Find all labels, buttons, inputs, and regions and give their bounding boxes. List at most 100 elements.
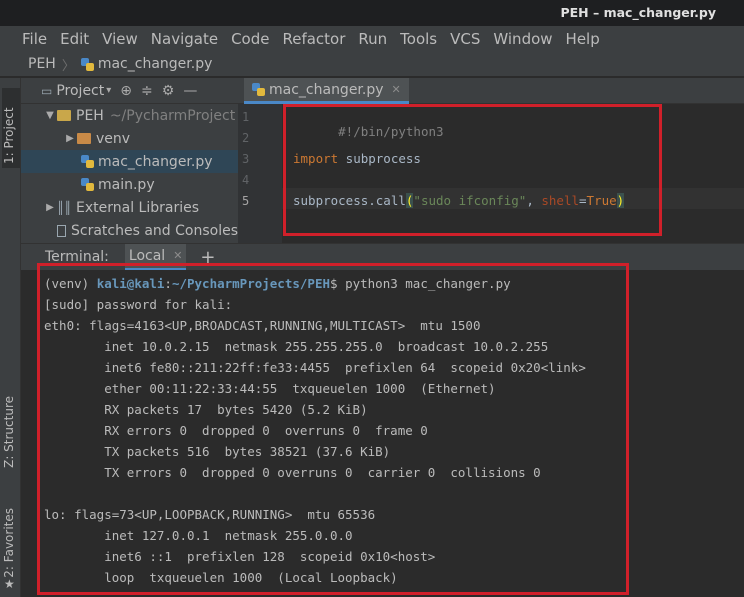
- terminal-line: TX errors 0 dropped 0 overruns 0 carrier…: [44, 465, 541, 480]
- tab-label: mac_changer.py: [269, 81, 384, 98]
- prompt-path: ~/PycharmProjects/PEH: [171, 276, 330, 291]
- menu-edit[interactable]: Edit: [60, 30, 89, 48]
- editor-tab-bar: mac_changer.py ✕: [238, 78, 744, 104]
- terminal-line: RX errors 0 dropped 0 overruns 0 frame 0: [44, 423, 428, 438]
- python-file-icon: [81, 155, 94, 168]
- prompt-userhost: kali@kali: [96, 276, 165, 291]
- menu-file[interactable]: File: [22, 30, 47, 48]
- breadcrumb: PEH 〉 mac_changer.py: [0, 52, 744, 77]
- window-title: PEH – mac_changer.py: [560, 5, 716, 20]
- terminal-line: ether 00:11:22:33:44:55 txqueuelen 1000 …: [44, 381, 496, 396]
- breadcrumb-project[interactable]: PEH: [28, 56, 56, 72]
- tree-item-label: venv: [96, 130, 131, 147]
- gear-icon[interactable]: ⚙: [162, 83, 175, 99]
- chevron-down-icon[interactable]: ▾: [106, 85, 111, 96]
- locate-target-icon[interactable]: ⊕: [120, 83, 132, 99]
- project-panel-header: ▭ Project ▾ ⊕ ≑ ⚙ —: [21, 78, 238, 104]
- terminal-line: RX packets 17 bytes 5420 (5.2 KiB): [44, 402, 368, 417]
- close-paren: ): [616, 193, 625, 208]
- left-tool-stripe: 1: Project Z: Structure 2: Favorites ★: [0, 78, 21, 597]
- shebang-comment: #!/bin/python3: [338, 124, 444, 139]
- tree-item-label: main.py: [98, 176, 155, 193]
- import-keyword: import: [293, 151, 339, 166]
- star-icon: ★: [4, 577, 15, 591]
- terminal-line: inet 127.0.0.1 netmask 255.0.0.0: [44, 528, 353, 543]
- close-icon[interactable]: ✕: [173, 249, 182, 262]
- prompt-colon: :: [164, 276, 172, 291]
- tab-label: Local: [128, 247, 166, 264]
- line-number: 4: [242, 173, 250, 187]
- menu-run[interactable]: Run: [358, 30, 387, 48]
- tool-tab-project[interactable]: 1: Project: [2, 88, 20, 168]
- menu-vcs[interactable]: VCS: [450, 30, 480, 48]
- keyword-argument: shell: [541, 193, 580, 208]
- folder-icon: [77, 133, 91, 144]
- python-file-icon: [81, 178, 94, 191]
- project-view-icon: ▭: [41, 83, 53, 98]
- tree-item-venv[interactable]: ▶ venv: [21, 127, 238, 150]
- comma: ,: [526, 193, 542, 208]
- tree-item-path: ~/PycharmProject: [109, 107, 236, 124]
- menu-refactor[interactable]: Refactor: [282, 30, 345, 48]
- tree-item-label: mac_changer.py: [98, 153, 213, 170]
- line-number: 5: [242, 194, 250, 208]
- python-file-icon: [252, 83, 265, 96]
- call-expression: subprocess.call: [293, 193, 406, 208]
- project-view-selector[interactable]: Project: [56, 83, 104, 99]
- new-terminal-icon[interactable]: +: [200, 247, 215, 268]
- menu-bar: File Edit View Navigate Code Refactor Ru…: [0, 26, 744, 52]
- code-line-1: #!/bin/python3: [293, 109, 444, 154]
- tab-local[interactable]: Local ✕: [124, 243, 187, 271]
- python-file-icon: [80, 57, 94, 71]
- hide-panel-icon[interactable]: —: [183, 83, 197, 99]
- terminal-label: Terminal:: [45, 249, 109, 265]
- menu-window[interactable]: Window: [493, 30, 552, 48]
- terminal-output[interactable]: (venv) kali@kali:~/PycharmProjects/PEH$ …: [21, 270, 744, 597]
- tree-item-label: PEH: [76, 107, 104, 124]
- folder-icon: [57, 110, 71, 121]
- expand-arrow-icon[interactable]: ▶: [43, 202, 57, 213]
- terminal-line: TX packets 516 bytes 38521 (37.6 KiB): [44, 444, 391, 459]
- venv-indicator: (venv): [44, 276, 97, 291]
- terminal-line: [sudo] password for kali:: [44, 297, 233, 312]
- menu-code[interactable]: Code: [231, 30, 269, 48]
- code-line-3: import subprocess: [293, 151, 421, 166]
- tree-item-label: Scratches and Consoles: [71, 222, 238, 239]
- project-tool-window: ▭ Project ▾ ⊕ ≑ ⚙ — ▼ PEH ~/PycharmProje…: [21, 78, 238, 243]
- tree-item-scratches[interactable]: Scratches and Consoles: [21, 219, 238, 242]
- menu-help[interactable]: Help: [566, 30, 600, 48]
- menu-navigate[interactable]: Navigate: [151, 30, 218, 48]
- expand-arrow-icon[interactable]: ▶: [63, 133, 77, 144]
- equals: =: [579, 193, 587, 208]
- terminal-line: inet 10.0.2.15 netmask 255.255.255.0 bro…: [44, 339, 549, 354]
- title-bar: PEH – mac_changer.py: [0, 0, 744, 26]
- terminal-line: eth0: flags=4163<UP,BROADCAST,RUNNING,MU…: [44, 318, 481, 333]
- tree-item-label: External Libraries: [76, 199, 199, 216]
- breadcrumb-file[interactable]: mac_changer.py: [98, 56, 213, 72]
- tree-item-external-libraries[interactable]: ▶ ║║ External Libraries: [21, 196, 238, 219]
- tab-mac-changer[interactable]: mac_changer.py ✕: [244, 78, 409, 104]
- prompt-dollar: $: [330, 276, 346, 291]
- tool-tab-structure[interactable]: Z: Structure: [2, 396, 16, 468]
- line-number: 3: [242, 152, 250, 166]
- tree-item-peh[interactable]: ▼ PEH ~/PycharmProject: [21, 104, 238, 127]
- terminal-line: inet6 ::1 prefixlen 128 scopeid 0x10<hos…: [44, 549, 436, 564]
- tool-tab-favorites[interactable]: 2: Favorites: [2, 508, 16, 578]
- collapse-all-icon[interactable]: ≑: [141, 83, 153, 99]
- prompt-command: python3 mac_changer.py: [345, 276, 511, 291]
- close-icon[interactable]: ✕: [392, 83, 401, 96]
- expand-arrow-icon[interactable]: ▼: [43, 110, 57, 121]
- menu-tools[interactable]: Tools: [400, 30, 437, 48]
- module-name: subprocess: [338, 151, 421, 166]
- editor-gutter: 1 2 3 4 5: [238, 104, 282, 243]
- code-editor[interactable]: #!/bin/python3 import subprocess subproc…: [282, 104, 744, 243]
- line-number: 1: [242, 110, 250, 124]
- tree-item-main[interactable]: main.py: [21, 173, 238, 196]
- terminal-tab-bar: Terminal: Local ✕ +: [21, 243, 744, 271]
- scratch-icon: [57, 224, 66, 237]
- tree-item-mac-changer[interactable]: mac_changer.py: [21, 150, 238, 173]
- menu-view[interactable]: View: [102, 30, 138, 48]
- library-icon: ║║: [57, 200, 72, 215]
- prompt-line: (venv) kali@kali:~/PycharmProjects/PEH$ …: [44, 276, 511, 291]
- terminal-line: inet6 fe80::211:22ff:fe33:4455 prefixlen…: [44, 360, 586, 375]
